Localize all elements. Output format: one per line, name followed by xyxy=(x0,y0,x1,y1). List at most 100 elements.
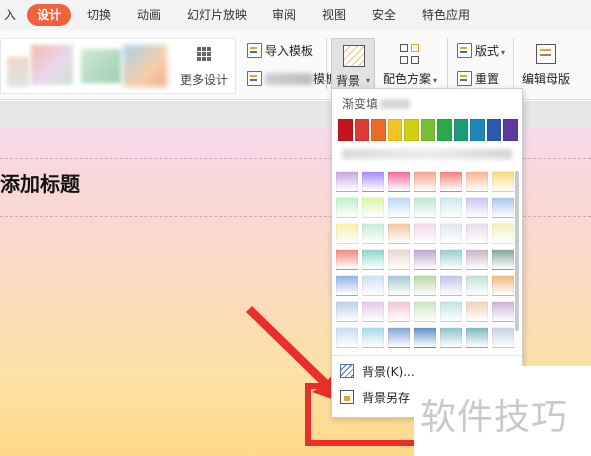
gradient-swatch[interactable] xyxy=(492,171,514,192)
gradient-swatch[interactable] xyxy=(336,301,358,322)
gradient-swatch[interactable] xyxy=(388,275,410,296)
template-thumbnail[interactable] xyxy=(123,45,167,87)
gradient-swatch[interactable] xyxy=(388,301,410,322)
gradient-swatch[interactable] xyxy=(414,249,436,270)
gradient-swatch[interactable] xyxy=(362,301,384,322)
grid-icon xyxy=(197,47,211,61)
gradient-swatch[interactable] xyxy=(388,327,410,348)
gradient-swatch[interactable] xyxy=(466,249,488,270)
tab-slideshow[interactable]: 幻灯片放映 xyxy=(187,4,247,26)
more-designs-button[interactable]: 更多设计 xyxy=(179,43,229,91)
gradient-swatch[interactable] xyxy=(414,223,436,244)
reset-button[interactable]: 重置 xyxy=(457,70,499,87)
gradient-swatch[interactable] xyxy=(414,327,436,348)
chevron-down-icon: ▾ xyxy=(366,76,371,85)
layout-button[interactable]: 版式 ▾ xyxy=(457,42,505,59)
ribbon-tab-bar: 入 设计 切换 动画 幻灯片放映 审阅 视图 安全 特色应用 xyxy=(0,0,591,30)
gradient-swatch[interactable] xyxy=(440,327,462,348)
color-swatch[interactable] xyxy=(420,119,436,141)
gradient-swatch[interactable] xyxy=(466,275,488,296)
gradient-swatch[interactable] xyxy=(492,223,514,244)
tab-view[interactable]: 视图 xyxy=(322,4,346,26)
gradient-swatch[interactable] xyxy=(414,197,436,218)
gradient-swatch[interactable] xyxy=(388,171,410,192)
color-swatch[interactable] xyxy=(338,119,353,141)
gradient-swatch[interactable] xyxy=(492,327,514,348)
tab-special-apps[interactable]: 特色应用 xyxy=(422,4,470,26)
more-designs-label: 更多设计 xyxy=(179,73,228,87)
background-icon xyxy=(340,364,354,378)
gradient-swatch[interactable] xyxy=(336,275,358,296)
tab-animation[interactable]: 动画 xyxy=(137,4,161,26)
color-swatch[interactable] xyxy=(404,119,419,141)
gradient-swatch[interactable] xyxy=(492,301,514,322)
tab-insert[interactable]: 入 xyxy=(4,4,16,26)
blurred-label xyxy=(265,73,313,85)
gradient-swatch[interactable] xyxy=(362,223,384,244)
tab-security[interactable]: 安全 xyxy=(372,4,396,26)
template-thumbnail[interactable] xyxy=(31,45,73,85)
color-swatch[interactable] xyxy=(371,119,386,141)
background-label: 背景 xyxy=(336,74,361,88)
template-thumbnail[interactable] xyxy=(7,57,29,87)
color-swatch[interactable] xyxy=(354,119,370,141)
background-button[interactable]: 背景 ▾ xyxy=(331,38,375,94)
template-thumbnail[interactable] xyxy=(81,49,121,83)
layout-icon xyxy=(457,43,472,58)
color-scheme-icon xyxy=(400,44,420,64)
tab-review[interactable]: 审阅 xyxy=(272,4,296,26)
background-menu-label: 背景(K)... xyxy=(362,365,415,379)
gradient-swatch[interactable] xyxy=(492,275,514,296)
gradient-swatch[interactable] xyxy=(440,275,462,296)
gradient-swatch[interactable] xyxy=(440,197,462,218)
scrollbar[interactable] xyxy=(515,171,519,331)
gradient-swatch[interactable] xyxy=(388,197,410,218)
gradient-swatch[interactable] xyxy=(466,171,488,192)
gradient-swatch[interactable] xyxy=(388,249,410,270)
design-templates-gallery[interactable]: 更多设计 xyxy=(0,38,236,94)
color-swatch[interactable] xyxy=(470,119,485,141)
tab-transition[interactable]: 切换 xyxy=(87,4,111,26)
edit-master-button[interactable]: 编辑母版 xyxy=(519,42,573,87)
gradient-swatch[interactable] xyxy=(466,301,488,322)
gradient-swatch[interactable] xyxy=(414,171,436,192)
gradient-swatch[interactable] xyxy=(466,223,488,244)
gradient-swatch[interactable] xyxy=(414,301,436,322)
gradient-swatch[interactable] xyxy=(336,223,358,244)
layout-label: 版式 xyxy=(475,44,500,58)
gradient-swatch[interactable] xyxy=(336,197,358,218)
gradient-swatch[interactable] xyxy=(362,197,384,218)
gradient-swatch[interactable] xyxy=(466,197,488,218)
color-swatch[interactable] xyxy=(437,119,452,141)
watermark-text: 软件技巧 xyxy=(420,397,569,438)
gradient-swatch[interactable] xyxy=(362,275,384,296)
gradient-swatch[interactable] xyxy=(336,327,358,348)
gradient-swatch[interactable] xyxy=(362,171,384,192)
gradient-swatch[interactable] xyxy=(440,249,462,270)
gradient-swatch[interactable] xyxy=(414,275,436,296)
gradient-swatch[interactable] xyxy=(388,223,410,244)
gradient-swatch[interactable] xyxy=(440,171,462,192)
color-swatch[interactable] xyxy=(503,119,519,141)
color-swatch[interactable] xyxy=(453,119,469,141)
gradient-swatch[interactable] xyxy=(440,301,462,322)
import-template-button[interactable]: 导入模板 xyxy=(247,42,313,59)
gradient-swatch[interactable] xyxy=(336,249,358,270)
watermark: 软件技巧 xyxy=(414,366,591,456)
color-swatch[interactable] xyxy=(387,119,403,141)
slide-title[interactable]: 添加标题 xyxy=(0,168,80,197)
gradient-swatch[interactable] xyxy=(492,249,514,270)
gradient-swatch[interactable] xyxy=(466,327,488,348)
tab-design[interactable]: 设计 xyxy=(27,4,72,26)
gradient-swatch[interactable] xyxy=(362,327,384,348)
divider xyxy=(326,38,327,90)
color-swatch[interactable] xyxy=(486,119,502,141)
reset-icon xyxy=(457,71,472,86)
divider xyxy=(332,355,522,356)
gradient-swatch[interactable] xyxy=(492,197,514,218)
gradient-swatch[interactable] xyxy=(362,249,384,270)
gradient-swatch[interactable] xyxy=(336,171,358,192)
template-button[interactable]: 模板 xyxy=(247,70,337,87)
color-scheme-button[interactable]: 配色方案 ▾ xyxy=(380,42,440,92)
gradient-swatch[interactable] xyxy=(440,223,462,244)
